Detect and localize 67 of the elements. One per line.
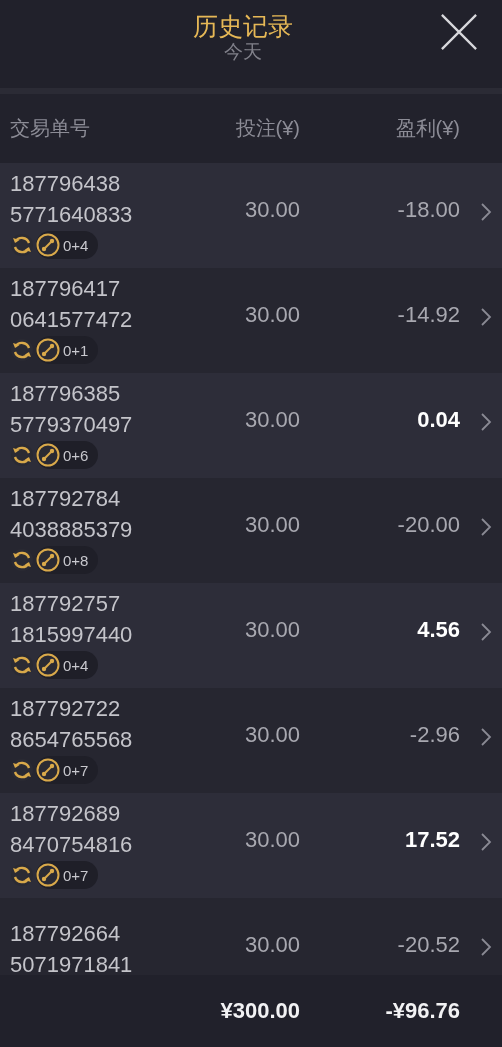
order-number: 187792757 1815997440 [10, 590, 134, 649]
profit-amount: 4.56 [416, 617, 460, 643]
chevron-right-icon [480, 516, 492, 537]
bet-count: 0+4 [63, 656, 89, 674]
link-dots-icon [36, 863, 60, 887]
refresh-icon [10, 653, 34, 677]
history-row[interactable]: 187792784 4038885379 0+8 30.00 -20.00 [0, 478, 502, 583]
history-row[interactable]: 187792757 1815997440 0+4 30.00 4.56 [0, 583, 502, 688]
order-number: 187792784 4038885379 [10, 485, 134, 544]
chevron-right-icon [480, 621, 492, 642]
history-row[interactable]: 187796438 5771640833 0+4 30.00 -18.00 [0, 163, 502, 268]
chevron-right-icon [480, 726, 492, 747]
stake-amount: 30.00 [243, 512, 300, 538]
bet-count: 0+7 [63, 761, 89, 779]
link-dots-icon [36, 233, 60, 257]
profit-amount: 0.04 [416, 407, 460, 433]
order-number: 187792664 5071971841 [10, 919, 134, 975]
history-row[interactable]: 187796385 5779370497 0+6 30.00 0.04 [0, 373, 502, 478]
refresh-icon [10, 443, 34, 467]
bet-count: 0+8 [63, 551, 89, 569]
total-profit: -¥96.76 [384, 998, 460, 1024]
stake-amount: 30.00 [243, 722, 300, 748]
link-dots-icon [36, 338, 60, 362]
stake-amount: 30.00 [243, 197, 300, 223]
refresh-icon [10, 863, 34, 887]
chevron-right-icon [480, 936, 492, 957]
link-dots-icon [36, 548, 60, 572]
chevron-right-icon [480, 831, 492, 852]
refresh-icon [10, 233, 34, 257]
page-title: 历史记录 [193, 11, 293, 41]
link-dots-icon [36, 758, 60, 782]
profit-amount: -20.52 [396, 932, 460, 958]
history-row[interactable]: 187792722 8654765568 0+7 30.00 -2.96 [0, 688, 502, 793]
stake-amount: 30.00 [243, 827, 300, 853]
bet-count: 0+7 [63, 866, 89, 884]
chevron-right-icon [480, 201, 492, 222]
total-stake: ¥300.00 [219, 998, 300, 1024]
link-dots-icon [36, 443, 60, 467]
bet-count: 0+6 [63, 446, 89, 464]
order-number: 187796417 0641577472 [10, 275, 134, 334]
history-row[interactable]: 187792664 5071971841 30.00 -20.52 [0, 898, 502, 975]
column-header: 盈利(¥) [394, 116, 460, 141]
date-filter[interactable]: 今天 [224, 41, 262, 63]
chevron-right-icon [480, 411, 492, 432]
profit-amount: -2.96 [408, 722, 460, 748]
profit-amount: -18.00 [396, 197, 460, 223]
order-number: 187796438 5771640833 [10, 170, 134, 229]
chevron-right-icon [480, 306, 492, 327]
profit-amount: -14.92 [396, 302, 460, 328]
profit-amount: -20.00 [396, 512, 460, 538]
stake-amount: 30.00 [243, 407, 300, 433]
history-row[interactable]: 187792689 8470754816 0+7 30.00 17.52 [0, 793, 502, 898]
close-button[interactable] [440, 12, 480, 52]
close-icon [440, 13, 478, 51]
stake-amount: 30.00 [243, 932, 300, 958]
bet-count: 0+4 [63, 236, 89, 254]
column-header: 投注(¥) [234, 116, 300, 141]
order-number: 187792689 8470754816 [10, 800, 134, 859]
profit-amount: 17.52 [403, 827, 460, 853]
order-number: 187796385 5779370497 [10, 380, 134, 439]
bet-count: 0+1 [63, 341, 89, 359]
order-number: 187792722 8654765568 [10, 695, 134, 754]
column-header: 交易单号 [9, 116, 91, 141]
history-row[interactable]: 187796417 0641577472 0+1 30.00 -14.92 [0, 268, 502, 373]
stake-amount: 30.00 [243, 617, 300, 643]
stake-amount: 30.00 [243, 302, 300, 328]
link-dots-icon [36, 653, 60, 677]
